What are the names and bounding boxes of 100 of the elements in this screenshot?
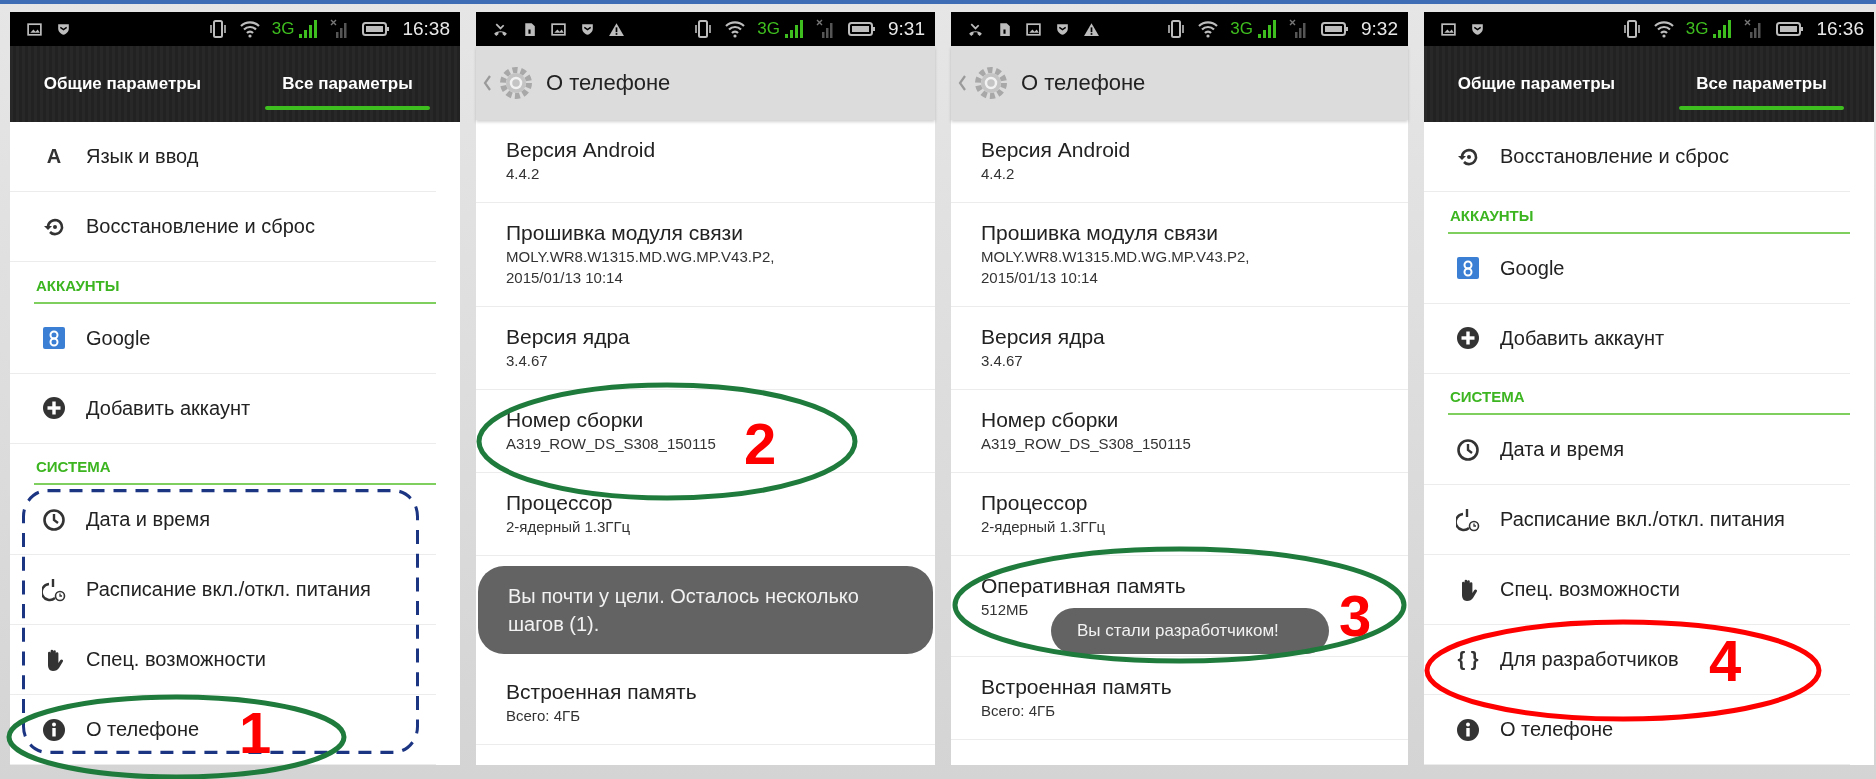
item-title: Встроенная память <box>981 674 1172 700</box>
image-icon <box>1025 20 1042 38</box>
item-title: Номер сборки <box>981 407 1119 433</box>
info-item[interactable]: Процессор 2-ядерный 1.3ГГц <box>476 473 935 556</box>
clock-time: 16:38 <box>402 18 450 40</box>
battery-icon <box>362 19 391 39</box>
google-icon <box>42 326 66 350</box>
battery-icon <box>1776 19 1805 39</box>
battery-icon <box>1321 19 1349 39</box>
signal-icon <box>1712 19 1733 39</box>
screen-title: О телефоне <box>546 70 671 96</box>
info-item[interactable]: Встроенная память Всего: 4ГБ <box>951 657 1408 740</box>
step-number: 3 <box>1339 586 1372 646</box>
settings-item[interactable]: Спец. возможности <box>10 625 436 695</box>
add-icon <box>1456 326 1480 350</box>
step-number: 1 <box>239 703 272 763</box>
network-type: 3G <box>757 19 780 39</box>
item-title: Процессор <box>981 490 1088 516</box>
item-title: Прошивка модуля связи <box>506 220 743 246</box>
section-header: СИСТЕМА <box>1448 373 1850 415</box>
info-item[interactable]: Версия ядра 3.4.67 <box>476 307 935 390</box>
info-item[interactable]: Версия ядра 3.4.67 <box>951 307 1408 390</box>
settings-tab[interactable]: Все параметры <box>235 46 460 122</box>
back-icon[interactable] <box>957 73 967 93</box>
info-icon <box>1456 717 1480 742</box>
item-label: Язык и ввод <box>86 145 199 168</box>
item-value: MOLY.WR8.W1315.MD.WG.MP.V43.P2, <box>506 247 775 267</box>
network-type: 3G <box>1685 19 1709 39</box>
item-label: Восстановление и сброс <box>1500 145 1729 168</box>
item-value: 2-ядерный 1.3ГГц <box>981 517 1106 537</box>
info-item[interactable]: Версия Android 4.4.2 <box>476 120 935 203</box>
no-signal-icon <box>816 19 836 39</box>
item-value: MOLY.WR8.W1315.MD.WG.MP.V43.P2, <box>981 247 1250 267</box>
item-label: Добавить аккаунт <box>86 396 251 420</box>
item-title: Версия ядра <box>981 324 1105 350</box>
info-item[interactable]: Прошивка модуля связи MOLY.WR8.W1315.MD.WG.MP.V43.P2, 2015/01/13 10:14 <box>951 203 1408 307</box>
back-icon[interactable] <box>482 73 492 93</box>
progress-toast: Вы почти у цели. Осталось несколько шагов (1). <box>478 566 933 654</box>
wifi-icon <box>1198 19 1219 39</box>
item-label: Расписание вкл./откл. питания <box>86 578 371 601</box>
signal-icon <box>1257 19 1277 39</box>
settings-tab[interactable]: Все параметры <box>1649 46 1874 122</box>
glyph-icon: A <box>42 145 66 168</box>
settings-item[interactable]: Расписание вкл./откл. питания <box>1424 485 1850 555</box>
settings-tab[interactable]: Общие параметры <box>10 46 235 122</box>
settings-item[interactable]: Дата и время <box>1424 415 1850 485</box>
settings-item[interactable]: Восстановление и сброс <box>1424 122 1850 192</box>
image-icon <box>550 20 567 38</box>
wifi-icon <box>725 19 746 39</box>
item-value: 2015/01/13 10:14 <box>981 268 1098 288</box>
info-item[interactable]: Процессор 2-ядерный 1.3ГГц <box>951 473 1408 556</box>
item-title: Версия Android <box>981 137 1131 163</box>
add-icon <box>42 396 66 420</box>
item-title: Версия ядра <box>506 324 630 350</box>
settings-item[interactable]: Google <box>10 303 436 374</box>
settings-item[interactable]: Google <box>1424 233 1850 304</box>
item-label: О телефоне <box>1500 718 1614 741</box>
info-item[interactable]: Номер сборки A319_ROW_DS_S308_150115 <box>951 390 1408 473</box>
settings-item[interactable]: Спец. возможности <box>1424 555 1850 625</box>
google-icon <box>1456 256 1480 280</box>
item-value: 3.4.67 <box>506 351 548 371</box>
info-item[interactable]: Версия Android 4.4.2 <box>951 120 1408 203</box>
item-value: A319_ROW_DS_S308_150115 <box>981 434 1191 454</box>
item-title: Встроенная память <box>506 679 697 705</box>
item-title: Прошивка модуля связи <box>981 220 1218 246</box>
network-type: 3G <box>271 19 295 39</box>
warning-icon <box>608 20 625 38</box>
settings-item[interactable]: О телефоне <box>1424 695 1850 765</box>
settings-item[interactable]: Добавить аккаунт <box>1424 303 1850 374</box>
clock-time: 9:32 <box>1361 18 1398 40</box>
settings-item[interactable]: A Язык и ввод <box>10 122 436 192</box>
power-clock-icon <box>1456 507 1480 532</box>
item-value: 4.4.2 <box>506 164 540 184</box>
glyph-icon: { } <box>1456 648 1480 671</box>
item-value: 4.4.2 <box>981 164 1015 184</box>
item-label: Для разработчиков <box>1500 648 1679 671</box>
item-label: Дата и время <box>86 508 211 531</box>
item-label: Google <box>86 326 151 350</box>
info-item[interactable]: Встроенная память Всего: 4ГБ <box>476 662 935 745</box>
section-header: АККАУНТЫ <box>1448 192 1850 234</box>
settings-tab[interactable]: Общие параметры <box>1424 46 1649 122</box>
vibrate-icon <box>1621 19 1642 39</box>
settings-item[interactable]: Восстановление и сброс <box>10 192 436 262</box>
signal-icon <box>784 19 804 39</box>
settings-item[interactable]: Добавить аккаунт <box>10 373 436 444</box>
signal-icon <box>298 19 319 39</box>
settings-item[interactable]: Расписание вкл./откл. питания <box>10 555 436 625</box>
section-header: СИСТЕМА <box>34 443 436 485</box>
item-value: Всего: 4ГБ <box>506 706 580 726</box>
item-value: 2-ядерный 1.3ГГц <box>506 517 631 537</box>
item-value: Всего: 4ГБ <box>981 701 1055 721</box>
wifi-icon <box>239 19 260 39</box>
item-value: 512МБ <box>981 600 1029 620</box>
power-clock-icon <box>42 577 66 602</box>
item-label: Спец. возможности <box>1500 578 1680 601</box>
settings-item[interactable]: Дата и время <box>10 485 436 555</box>
wifi-icon <box>1653 19 1674 39</box>
network-type: 3G <box>1230 19 1253 39</box>
vibrate-icon <box>207 19 228 39</box>
info-item[interactable]: Прошивка модуля связи MOLY.WR8.W1315.MD.WG.MP.V43.P2, 2015/01/13 10:14 <box>476 203 935 307</box>
